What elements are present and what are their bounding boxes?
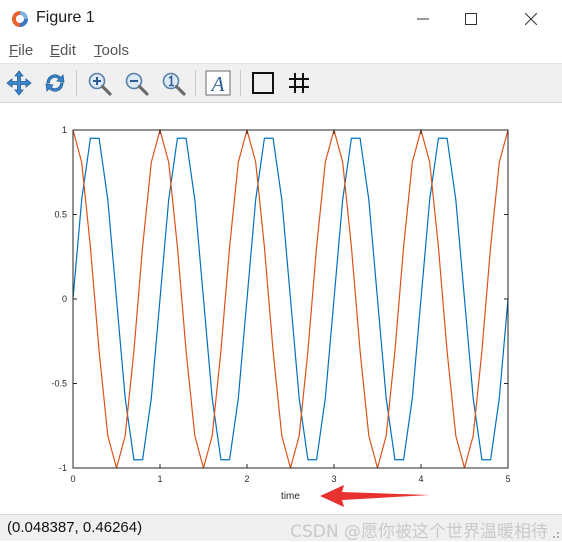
resize-grip-icon[interactable] — [550, 529, 560, 539]
menu-bar: File Edit Tools — [0, 40, 562, 62]
toolbar-separator — [195, 70, 196, 96]
menu-file-mnemonic: F — [9, 42, 19, 59]
series-layer — [72, 129, 509, 469]
text-insert-icon: A — [205, 70, 231, 96]
rotate-icon — [45, 74, 65, 92]
red-arrow-annotation — [320, 485, 430, 507]
zoom-in-button[interactable] — [84, 68, 114, 98]
pan-button[interactable] — [4, 68, 34, 98]
grid-button[interactable] — [284, 68, 314, 98]
pan-arrows-icon — [6, 70, 32, 96]
toolbar-separator — [76, 70, 77, 96]
menu-file[interactable]: File — [9, 42, 33, 59]
menu-tools-mnemonic: T — [94, 42, 102, 59]
zoom-out-button[interactable] — [121, 68, 151, 98]
x-tick-label: 4 — [418, 474, 423, 484]
y-tick-label: -1 — [59, 463, 67, 473]
menu-edit-label: dit — [60, 42, 76, 59]
menu-edit[interactable]: Edit — [50, 42, 76, 59]
svg-text:A: A — [210, 72, 225, 96]
toolbar: A — [0, 63, 562, 103]
rotate-button[interactable] — [40, 68, 70, 98]
menu-edit-mnemonic: E — [50, 42, 61, 59]
y-tick-label: 0 — [62, 294, 67, 304]
axes-box-button[interactable] — [248, 68, 278, 98]
annotation-arrow — [320, 485, 430, 507]
x-tick-label: 2 — [244, 474, 249, 484]
x-tick-label: 5 — [505, 474, 510, 484]
x-tick-label: 1 — [157, 474, 162, 484]
y-tick-label: 0.5 — [54, 210, 67, 220]
minimize-button[interactable] — [400, 0, 446, 38]
figure-canvas[interactable]: 0 1 2 3 4 5 1 0.5 0 -0.5 -1 time — [0, 102, 562, 512]
maximize-button[interactable] — [448, 0, 494, 38]
line-chart: 0 1 2 3 4 5 1 0.5 0 -0.5 -1 time — [51, 125, 511, 507]
x-axis-label: time — [281, 491, 300, 502]
minimize-icon — [417, 18, 429, 20]
cursor-coordinates: (0.048387, 0.46264) — [7, 519, 143, 536]
maximize-icon — [465, 13, 477, 25]
menu-tools[interactable]: Tools — [94, 42, 129, 59]
x-tick-label: 3 — [331, 474, 336, 484]
toolbar-separator — [240, 70, 241, 96]
text-insert-button[interactable]: A — [203, 68, 233, 98]
close-button[interactable] — [508, 0, 554, 38]
zoom-reset-button[interactable] — [158, 68, 188, 98]
status-bar: (0.048387, 0.46264) CSDN @愿你被这个世界温暖相待 — [0, 514, 562, 542]
axes-box-icon — [252, 72, 274, 94]
grid-icon — [289, 73, 309, 93]
menu-file-label: ile — [18, 42, 34, 59]
y-tick-label: 1 — [62, 125, 67, 135]
menu-tools-label: ools — [101, 42, 130, 59]
watermark-text: CSDN @愿你被这个世界温暖相待 — [290, 522, 548, 542]
octave-app-icon — [12, 11, 28, 27]
zoom-out-icon — [125, 72, 149, 96]
y-tick-label: -0.5 — [51, 379, 67, 389]
zoom-reset-icon — [162, 72, 186, 96]
close-icon — [525, 13, 537, 25]
title-bar: Figure 1 — [0, 0, 562, 38]
x-tick-label: 0 — [70, 474, 75, 484]
window-title: Figure 1 — [36, 9, 95, 26]
zoom-in-icon — [88, 72, 112, 96]
